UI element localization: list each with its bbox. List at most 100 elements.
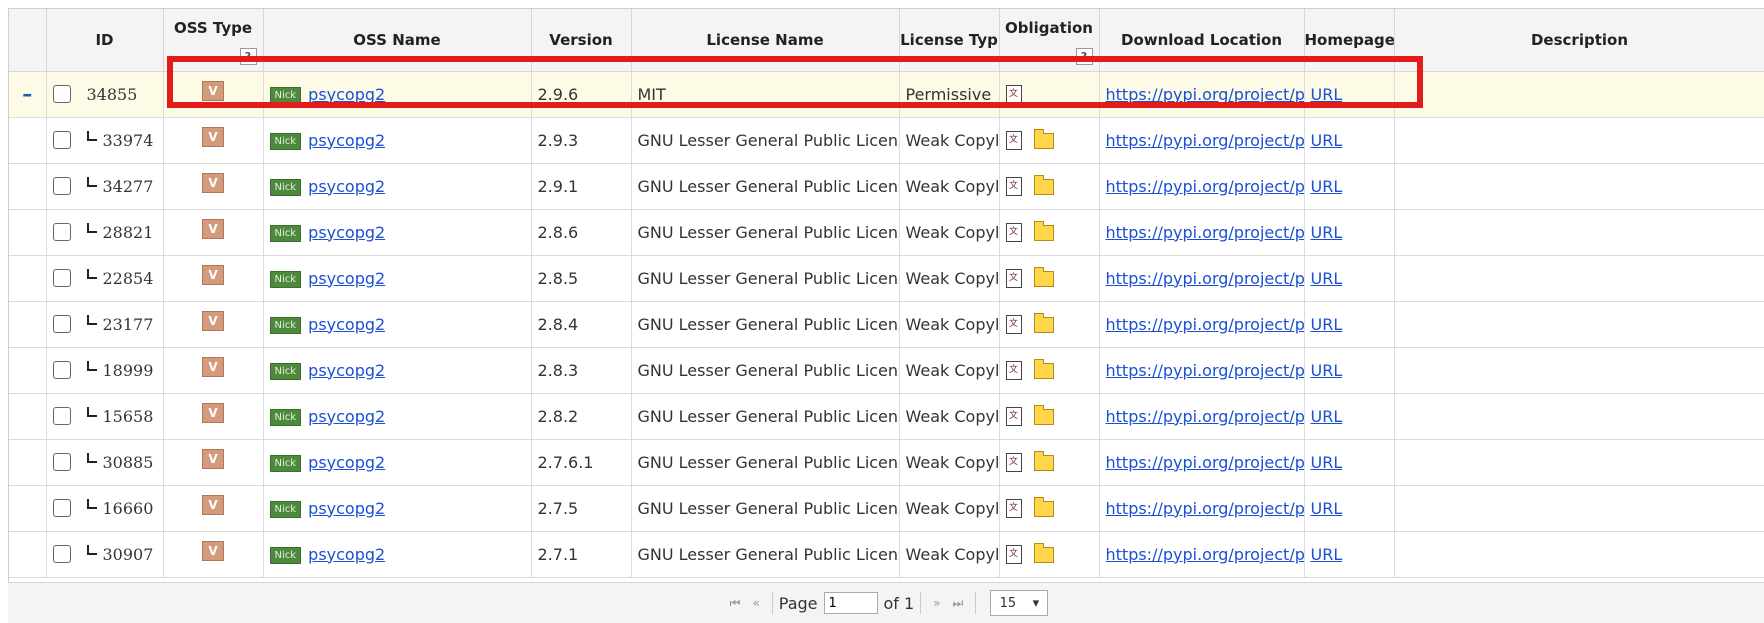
header-license-type[interactable]: License Typ [899, 9, 1000, 72]
obligation-doc-icon[interactable]: 文 [1005, 223, 1022, 242]
oss-name-link[interactable]: psycopg2 [308, 545, 385, 564]
obligation-doc-icon[interactable]: 文 [1005, 499, 1022, 518]
homepage-link[interactable]: URL [1311, 269, 1343, 288]
header-oss-name[interactable]: OSS Name [263, 9, 532, 72]
oss-type-icon[interactable]: V [202, 356, 224, 377]
folder-icon[interactable] [1033, 496, 1054, 517]
next-page-icon[interactable]: » [933, 596, 940, 610]
oss-name-link[interactable]: psycopg2 [308, 407, 385, 426]
page-number-input[interactable] [823, 592, 878, 614]
obligation-doc-icon[interactable]: 文 [1005, 315, 1022, 334]
homepage-link[interactable]: URL [1311, 131, 1343, 150]
download-location-link[interactable]: https://pypi.org/project/ps [1106, 223, 1304, 242]
oss-name-link[interactable]: psycopg2 [308, 315, 385, 334]
oss-name-link[interactable]: psycopg2 [308, 85, 385, 104]
table-row[interactable]: 16660 V Nick psycopg2 2.7.5 GNU Lesser Gener… [9, 485, 1764, 532]
row-checkbox[interactable] [52, 407, 71, 425]
collapse-icon[interactable]: – [22, 82, 32, 106]
folder-icon[interactable] [1033, 542, 1054, 563]
folder-icon[interactable] [1033, 174, 1054, 195]
obligation-doc-icon[interactable]: 文 [1005, 177, 1022, 196]
oss-name-link[interactable]: psycopg2 [308, 131, 385, 150]
header-download-location[interactable]: Download Location [1099, 9, 1305, 72]
obligation-doc-icon[interactable]: 文 [1005, 361, 1022, 380]
download-location-link[interactable]: https://pypi.org/project/ps [1106, 499, 1304, 518]
download-location-link[interactable]: https://pypi.org/project/ps [1106, 177, 1304, 196]
download-location-link[interactable]: https://pypi.org/project/ps [1106, 361, 1304, 380]
homepage-link[interactable]: URL [1311, 545, 1343, 564]
table-row[interactable]: 30885 V Nick psycopg2 2.7.6.1 GNU Lesser Gen… [9, 439, 1764, 486]
oss-name-link[interactable]: psycopg2 [308, 269, 385, 288]
table-row[interactable]: –34855 V Nick psycopg2 2.9.6 MIT Permissive 文 h… [9, 71, 1764, 118]
oss-type-icon[interactable]: V [202, 540, 224, 561]
obligation-doc-icon[interactable]: 文 [1005, 453, 1022, 472]
homepage-link[interactable]: URL [1311, 361, 1343, 380]
oss-type-help-icon[interactable]: ? [239, 47, 257, 65]
last-page-icon[interactable]: ⏭ [953, 596, 964, 611]
oss-type-icon[interactable]: V [202, 402, 224, 423]
download-location-link[interactable]: https://pypi.org/project/ps [1106, 453, 1304, 472]
table-row[interactable]: 34277 V Nick psycopg2 2.9.1 GNU Lesser Gener… [9, 163, 1764, 210]
oss-type-icon[interactable]: V [202, 310, 224, 331]
obligation-doc-icon[interactable]: 文 [1005, 269, 1022, 288]
row-checkbox[interactable] [52, 131, 71, 149]
oss-type-icon[interactable]: V [202, 264, 224, 285]
row-checkbox[interactable] [52, 361, 71, 379]
table-row[interactable]: 23177 V Nick psycopg2 2.8.4 GNU Lesser Gener… [9, 301, 1764, 348]
header-description[interactable]: Description [1394, 9, 1764, 72]
row-checkbox[interactable] [52, 177, 71, 195]
download-location-link[interactable]: https://pypi.org/project/ps [1106, 407, 1304, 426]
row-checkbox[interactable] [52, 223, 71, 241]
header-homepage[interactable]: Homepage [1304, 9, 1395, 72]
oss-type-icon[interactable]: V [202, 172, 224, 193]
row-checkbox[interactable] [52, 269, 71, 287]
obligation-doc-icon[interactable]: 文 [1005, 85, 1022, 104]
homepage-link[interactable]: URL [1311, 85, 1343, 104]
header-id[interactable]: ID [46, 9, 164, 72]
oss-type-icon[interactable]: V [202, 218, 224, 239]
folder-icon[interactable] [1033, 266, 1054, 287]
folder-icon[interactable] [1033, 404, 1054, 425]
table-row[interactable]: 33974 V Nick psycopg2 2.9.3 GNU Lesser Gener… [9, 117, 1764, 164]
download-location-link[interactable]: https://pypi.org/project/ps [1106, 85, 1304, 104]
homepage-link[interactable]: URL [1311, 453, 1343, 472]
table-row[interactable]: 30907 V Nick psycopg2 2.7.1 GNU Lesser Gener… [9, 531, 1764, 578]
folder-icon[interactable] [1033, 358, 1054, 379]
row-checkbox[interactable] [52, 499, 71, 517]
download-location-link[interactable]: https://pypi.org/project/ps [1106, 545, 1304, 564]
obligation-doc-icon[interactable]: 文 [1005, 407, 1022, 426]
oss-type-icon[interactable]: V [202, 448, 224, 469]
download-location-link[interactable]: https://pypi.org/project/ps [1106, 131, 1304, 150]
header-obligation[interactable]: Obligation ? [999, 9, 1100, 72]
row-checkbox[interactable] [52, 453, 71, 471]
download-location-link[interactable]: https://pypi.org/project/ps [1106, 315, 1304, 334]
table-row[interactable]: 18999 V Nick psycopg2 2.8.3 GNU Lesser Gener… [9, 347, 1764, 394]
oss-type-icon[interactable]: V [202, 494, 224, 515]
header-license-name[interactable]: License Name [631, 9, 900, 72]
row-checkbox[interactable] [52, 315, 71, 333]
header-oss-type[interactable]: OSS Type ? [163, 9, 264, 72]
oss-name-link[interactable]: psycopg2 [308, 223, 385, 242]
folder-icon[interactable] [1033, 312, 1054, 333]
obligation-doc-icon[interactable]: 文 [1005, 545, 1022, 564]
page-size-select[interactable]: 15 ▾ [990, 590, 1049, 616]
folder-icon[interactable] [1033, 128, 1054, 149]
table-row[interactable]: 22854 V Nick psycopg2 2.8.5 GNU Lesser Gener… [9, 255, 1764, 302]
header-version[interactable]: Version [531, 9, 632, 72]
row-checkbox[interactable] [52, 85, 71, 103]
folder-icon[interactable] [1033, 220, 1054, 241]
prev-page-icon[interactable]: « [752, 596, 759, 610]
homepage-link[interactable]: URL [1311, 223, 1343, 242]
table-row[interactable]: 15658 V Nick psycopg2 2.8.2 GNU Lesser Gener… [9, 393, 1764, 440]
homepage-link[interactable]: URL [1311, 499, 1343, 518]
oss-type-icon[interactable]: V [202, 80, 224, 101]
oss-name-link[interactable]: psycopg2 [308, 499, 385, 518]
oss-type-icon[interactable]: V [202, 126, 224, 147]
oss-name-link[interactable]: psycopg2 [308, 453, 385, 472]
download-location-link[interactable]: https://pypi.org/project/ps [1106, 269, 1304, 288]
folder-icon[interactable] [1033, 450, 1054, 471]
oss-name-link[interactable]: psycopg2 [308, 177, 385, 196]
first-page-icon[interactable]: ⏮ [730, 596, 741, 611]
homepage-link[interactable]: URL [1311, 407, 1343, 426]
oss-name-link[interactable]: psycopg2 [308, 361, 385, 380]
